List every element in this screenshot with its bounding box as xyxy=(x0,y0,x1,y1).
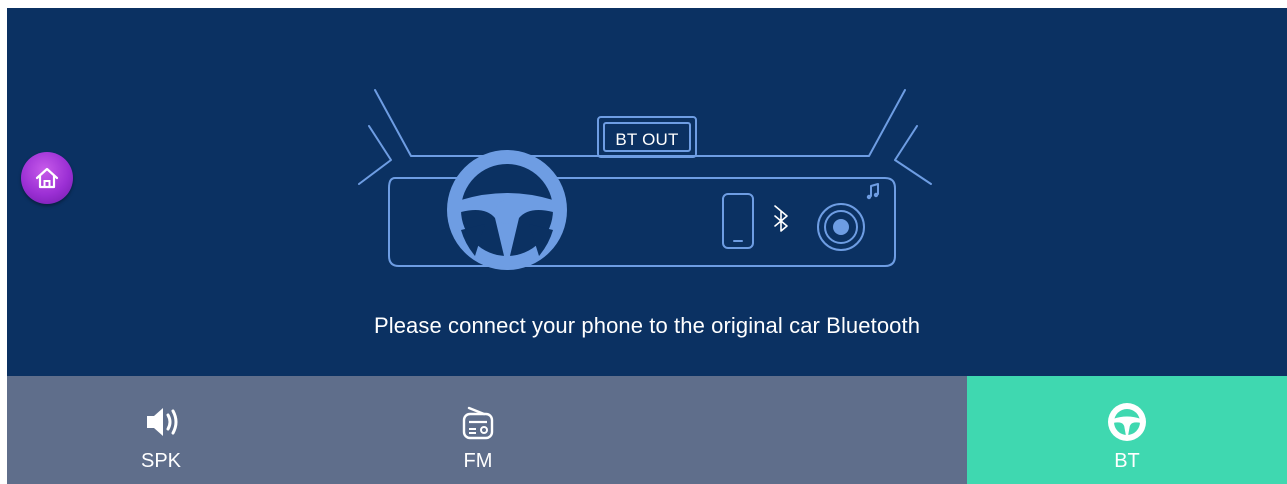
radio-icon xyxy=(458,402,498,442)
connect-instruction: Please connect your phone to the origina… xyxy=(373,313,921,338)
speaker-icon xyxy=(141,402,181,442)
bluetooth-screen: BT OUT Please connect your phone to the … xyxy=(7,8,1287,484)
tab-spk[interactable]: SPK xyxy=(101,376,221,484)
tab-bt[interactable]: BT xyxy=(967,376,1287,484)
home-icon xyxy=(35,167,59,189)
bt-out-sign-text: BT OUT xyxy=(615,130,679,149)
car-dashboard-illustration xyxy=(358,89,932,270)
steering-wheel-icon xyxy=(1105,402,1149,442)
home-button[interactable] xyxy=(21,152,73,204)
tab-fm-label: FM xyxy=(463,450,493,472)
tab-bar: SPK FM BT xyxy=(7,376,1287,484)
tab-bt-label: BT xyxy=(1114,450,1140,472)
tab-spk-label: SPK xyxy=(140,450,182,472)
tab-fm[interactable]: FM xyxy=(418,376,538,484)
